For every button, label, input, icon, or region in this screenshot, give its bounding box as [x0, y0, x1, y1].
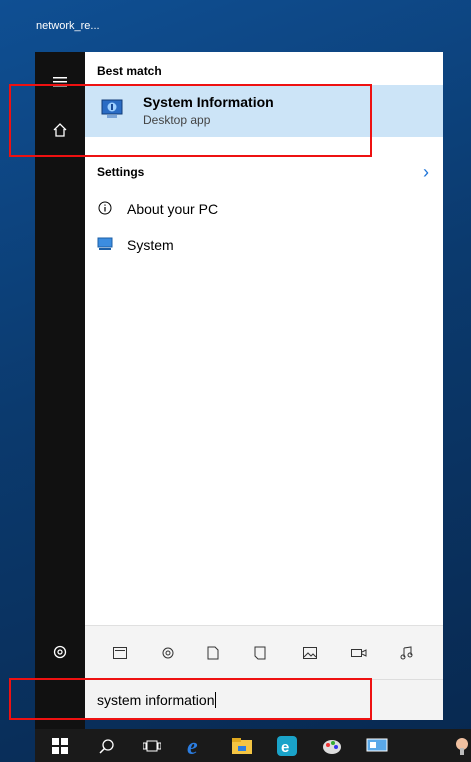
- settings-app-icon[interactable]: [450, 734, 471, 758]
- apps-icon[interactable]: [108, 641, 132, 665]
- desktop-item-label[interactable]: network_re...: [36, 20, 100, 32]
- settings-header: Settings: [97, 165, 145, 179]
- best-match-header: Best match: [97, 64, 162, 78]
- taskbar: e e: [35, 729, 471, 762]
- info-icon: [97, 200, 113, 216]
- edge-icon[interactable]: e: [185, 734, 209, 758]
- e-app-icon[interactable]: e: [275, 734, 299, 758]
- gear-icon: [53, 645, 67, 659]
- search-filter-bar: [85, 625, 443, 680]
- task-view-icon[interactable]: [140, 734, 164, 758]
- screen-icon[interactable]: [365, 734, 389, 758]
- settings-item-system[interactable]: System: [85, 227, 443, 261]
- monitor-icon: [97, 236, 113, 252]
- paint-icon[interactable]: [320, 734, 344, 758]
- folders-icon[interactable]: [248, 641, 272, 665]
- documents-icon[interactable]: [201, 641, 225, 665]
- music-icon[interactable]: [395, 641, 419, 665]
- file-explorer-icon[interactable]: [230, 734, 254, 758]
- settings-button[interactable]: [35, 632, 85, 672]
- search-icon[interactable]: [95, 734, 119, 758]
- svg-text:e: e: [281, 739, 289, 756]
- chevron-right-icon[interactable]: ›: [423, 162, 429, 183]
- svg-text:e: e: [187, 734, 198, 758]
- settings-icon[interactable]: [156, 641, 180, 665]
- start-icon[interactable]: [48, 734, 72, 758]
- annotation-highlight-result: [9, 84, 372, 157]
- settings-item-label: System: [127, 237, 174, 253]
- videos-icon[interactable]: [347, 641, 371, 665]
- annotation-highlight-search: [9, 678, 372, 720]
- settings-item-about-your-pc[interactable]: About your PC: [85, 191, 443, 225]
- photos-icon[interactable]: [298, 641, 322, 665]
- settings-item-label: About your PC: [127, 201, 219, 217]
